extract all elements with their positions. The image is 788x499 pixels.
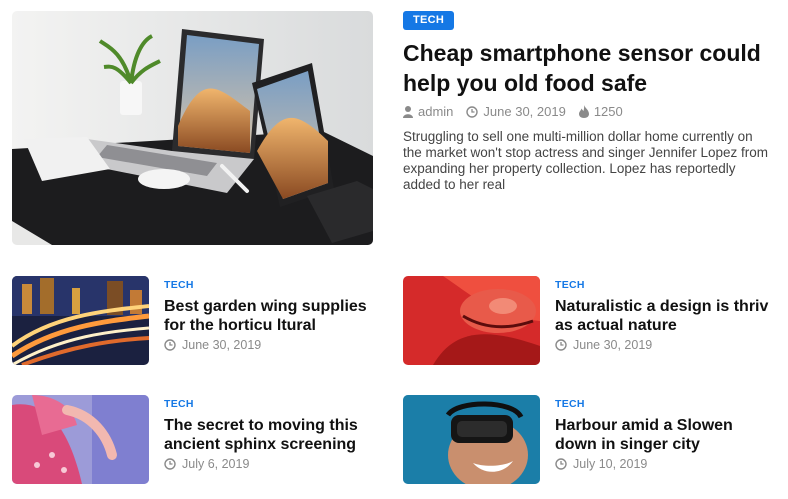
post-date: June 30, 2019 [483, 104, 566, 119]
post-date-text: June 30, 2019 [182, 338, 262, 352]
date-meta: June 30, 2019 [466, 104, 566, 119]
post-title[interactable]: The secret to moving this ancient sphinx… [164, 416, 384, 454]
featured-image[interactable] [12, 11, 373, 245]
post-date-text: July 10, 2019 [573, 457, 648, 471]
view-count: 1250 [593, 104, 623, 119]
featured-excerpt: Struggling to sell one multi-million dol… [403, 129, 769, 192]
post-date-text: June 30, 2019 [573, 338, 653, 352]
clock-icon [555, 339, 567, 351]
post-category[interactable]: TECH [555, 398, 585, 410]
author-name[interactable]: admin [418, 104, 453, 119]
featured-meta: admin June 30, 2019 1250 [403, 104, 636, 119]
clock-icon [164, 339, 176, 351]
clock-icon [466, 105, 479, 118]
post-category[interactable]: TECH [555, 279, 585, 291]
clock-icon [164, 458, 176, 470]
post-thumbnail[interactable] [12, 395, 149, 484]
views-meta: 1250 [578, 104, 623, 119]
post-date: July 10, 2019 [555, 457, 647, 471]
post-card: TECH Harbour amid a Slowen down in singe… [403, 395, 783, 485]
post-title[interactable]: Best garden wing supplies for the hortic… [164, 297, 384, 335]
post-date-text: July 6, 2019 [182, 457, 250, 471]
post-date: July 6, 2019 [164, 457, 249, 471]
post-title[interactable]: Naturalistic a design is thriv as actual… [555, 297, 775, 335]
category-badge[interactable]: TECH [403, 11, 455, 30]
post-thumbnail[interactable] [12, 276, 149, 365]
post-category[interactable]: TECH [164, 398, 194, 410]
post-card: TECH Naturalistic a design is thriv as a… [403, 276, 783, 366]
post-category[interactable]: TECH [164, 279, 194, 291]
fire-icon [578, 105, 589, 118]
post-thumbnail[interactable] [403, 276, 540, 365]
post-date: June 30, 2019 [555, 338, 652, 352]
featured-title[interactable]: Cheap smartphone sensor could help you o… [403, 38, 763, 98]
post-thumbnail[interactable] [403, 395, 540, 484]
post-title[interactable]: Harbour amid a Slowen down in singer cit… [555, 416, 775, 454]
author-meta: admin [403, 104, 453, 119]
post-date: June 30, 2019 [164, 338, 261, 352]
clock-icon [555, 458, 567, 470]
post-card: TECH Best garden wing supplies for the h… [12, 276, 392, 366]
user-icon [403, 105, 413, 118]
post-card: TECH The secret to moving this ancient s… [12, 395, 392, 485]
